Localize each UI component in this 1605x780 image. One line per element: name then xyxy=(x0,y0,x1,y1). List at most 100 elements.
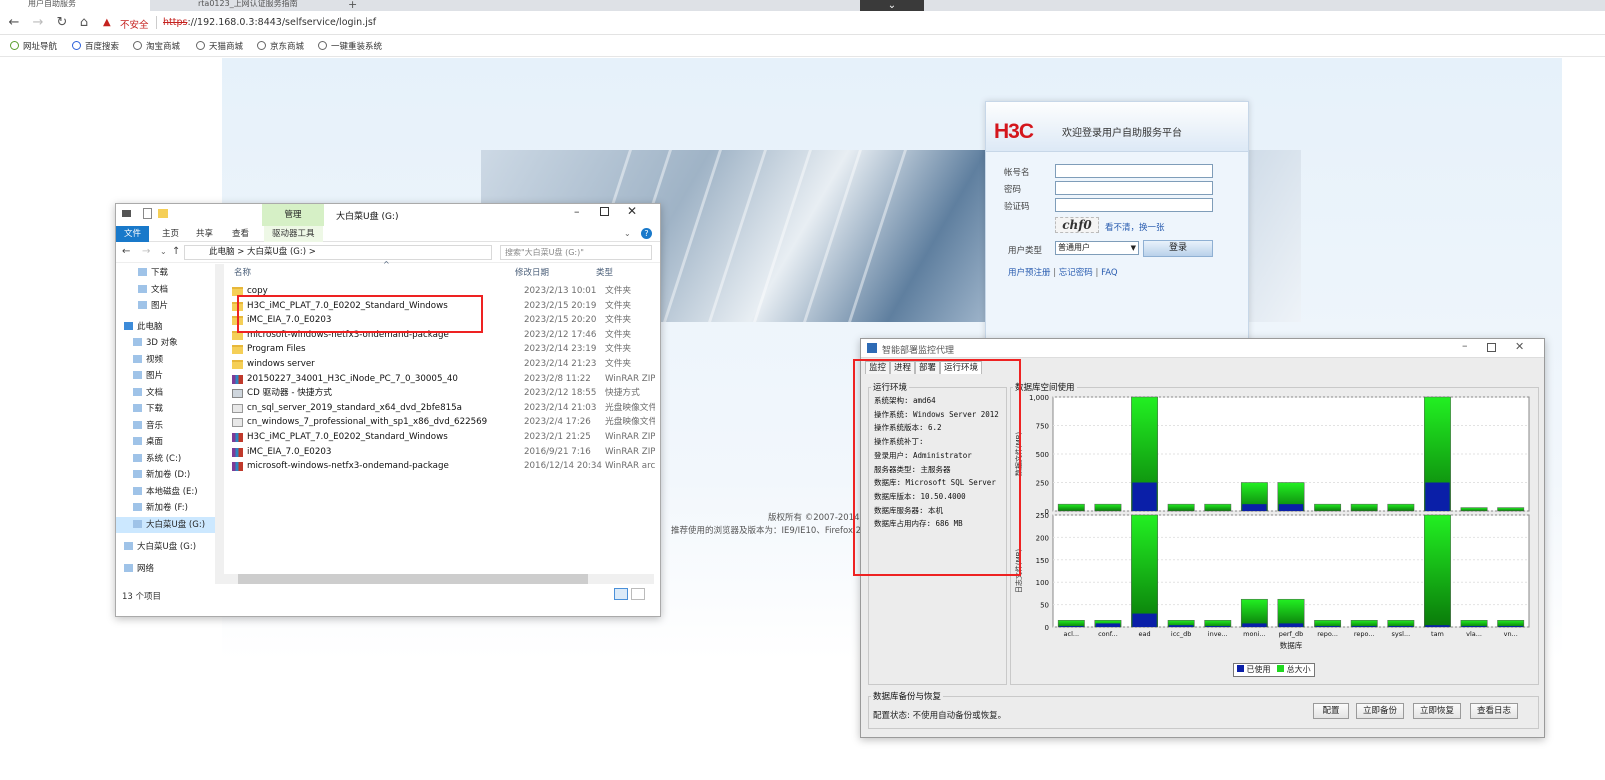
bookmark-item[interactable]: 天猫商城 xyxy=(196,40,243,52)
tiles-view-icon[interactable] xyxy=(631,588,645,600)
bookmark-item[interactable]: 一键重装系统 xyxy=(318,40,382,52)
chevron-down-icon[interactable]: ⌄ xyxy=(624,229,631,238)
y-tick-label: 50 xyxy=(1040,602,1049,610)
minimize-icon[interactable]: – xyxy=(1462,339,1468,352)
file-date: 2023/2/14 21:03 xyxy=(524,402,597,413)
sidebar-item[interactable]: 图片 xyxy=(116,298,216,314)
sidebar-item[interactable]: 下载 xyxy=(116,265,216,281)
log-file-chart: 250200150100500日志文件(MB)acl... conf... ead i… xyxy=(1014,513,1530,650)
security-label[interactable]: 不安全 xyxy=(120,17,149,31)
browser-tab-guide[interactable]: rta0123_上网认证服务指南 xyxy=(170,0,320,11)
sidebar-item[interactable]: 本地磁盘 (E:) xyxy=(116,484,216,500)
total-bar xyxy=(1167,503,1195,512)
ribbon-tab-drive-tools[interactable]: 驱动器工具 xyxy=(264,226,323,242)
sidebar-item[interactable]: 大白菜U盘 (G:) xyxy=(116,516,216,533)
restore-now-button[interactable]: 立即恢复 xyxy=(1413,703,1461,719)
file-row[interactable]: CD 驱动器 - 快捷方式 2023/2/12 18:55 快捷方式 xyxy=(224,386,654,401)
sidebar-item[interactable]: 新加卷 (D:) xyxy=(116,467,216,483)
minimize-icon[interactable]: – xyxy=(574,205,580,218)
up-icon[interactable]: ↑ xyxy=(172,246,180,257)
file-row[interactable]: H3C_iMC_PLAT_7.0_E0202_Standard_Windows 2… xyxy=(224,430,655,445)
breadcrumb-item[interactable]: 大白菜U盘 (G:) xyxy=(247,247,306,257)
sidebar-item[interactable]: 大白菜U盘 (G:) xyxy=(116,539,216,555)
maximize-icon[interactable] xyxy=(600,207,609,216)
maximize-icon[interactable] xyxy=(1487,343,1496,352)
breadcrumb-item[interactable]: 此电脑 xyxy=(209,247,235,257)
file-row[interactable]: iMC_EIA_7.0_E0203 2016/9/21 7:16 WinRAR ZI… xyxy=(224,445,655,460)
manage-tab[interactable]: 管理 xyxy=(262,204,324,226)
user-type-select[interactable]: 普通用户 ▼ xyxy=(1055,241,1139,255)
file-row[interactable]: cn_sql_server_2019_standard_x64_dvd_2bfe… xyxy=(224,401,655,416)
captcha-refresh-link[interactable]: 看不清，换一张 xyxy=(1105,221,1165,233)
properties-icon[interactable] xyxy=(143,208,152,219)
reload-icon[interactable]: ↻ xyxy=(54,15,70,31)
back-icon[interactable]: ← xyxy=(6,15,22,31)
sidebar-item[interactable]: 图片 xyxy=(116,368,216,384)
ribbon-tab-share[interactable]: 共享 xyxy=(188,226,221,242)
close-icon[interactable]: ✕ xyxy=(1515,340,1524,353)
bookmark-item[interactable]: 京东商城 xyxy=(257,40,304,52)
file-type: 文件夹 xyxy=(605,359,632,369)
file-row[interactable]: windows server 2023/2/14 21:23 文件夹 xyxy=(224,357,654,372)
column-header-name[interactable]: 名称 xyxy=(234,266,251,278)
total-bar xyxy=(1460,507,1488,512)
help-icon[interactable]: ? xyxy=(641,228,652,239)
sidebar-item[interactable]: 文档 xyxy=(116,282,216,298)
horizontal-scrollbar[interactable] xyxy=(224,574,654,584)
column-header-date[interactable]: 修改日期 xyxy=(515,266,549,278)
folder-icon xyxy=(133,470,142,478)
bookmark-item[interactable]: 网址导航 xyxy=(10,40,57,52)
backup-now-button[interactable]: 立即备份 xyxy=(1356,703,1404,719)
browser-tab-selfservice[interactable]: 用户自助服务 xyxy=(0,0,150,11)
forward-icon[interactable]: → xyxy=(30,15,46,31)
new-tab-button[interactable]: + xyxy=(348,0,357,11)
total-bar xyxy=(1057,620,1085,628)
captcha-image: chf0 xyxy=(1055,217,1099,233)
home-icon[interactable]: ⌂ xyxy=(76,15,92,31)
chevron-down-icon[interactable]: ⌄ xyxy=(160,247,167,256)
forward-icon[interactable]: → xyxy=(142,246,150,257)
sidebar-item[interactable]: 音乐 xyxy=(116,418,216,434)
column-header-type[interactable]: 类型 xyxy=(596,266,613,278)
captcha-input[interactable] xyxy=(1055,198,1213,212)
url-field[interactable]: https://192.168.0.3:8443/selfservice/log… xyxy=(163,17,376,28)
file-row[interactable]: microsoft-windows-netfx3-ondemand-packag… xyxy=(224,459,655,474)
sidebar-item[interactable]: 系统 (C:) xyxy=(116,451,216,467)
sidebar-item[interactable]: 新加卷 (F:) xyxy=(116,500,216,516)
sidebar-item[interactable]: 文档 xyxy=(116,385,216,401)
config-button[interactable]: 配置 xyxy=(1313,703,1349,719)
close-icon[interactable]: ✕ xyxy=(627,204,637,218)
sidebar-item-label: 桌面 xyxy=(146,437,164,447)
forgot-password-link[interactable]: 忘记密码 xyxy=(1059,268,1093,278)
sidebar-item[interactable]: 此电脑 xyxy=(116,319,216,335)
new-folder-icon[interactable] xyxy=(158,209,168,218)
view-log-button[interactable]: 查看日志 xyxy=(1470,703,1518,719)
bookmark-item[interactable]: 淘宝商城 xyxy=(133,40,180,52)
file-type: 光盘映像文件 xyxy=(605,417,655,428)
ribbon-tab-file[interactable]: 文件 xyxy=(116,226,150,242)
details-view-icon[interactable] xyxy=(614,588,628,600)
ribbon-tab-home[interactable]: 主页 xyxy=(154,226,187,242)
sidebar-item[interactable]: 下载 xyxy=(116,401,216,417)
password-input[interactable] xyxy=(1055,181,1213,195)
back-icon[interactable]: ← xyxy=(122,246,130,257)
sidebar-item[interactable]: 桌面 xyxy=(116,434,216,450)
breadcrumb[interactable]: 此电脑 > 大白菜U盘 (G:) > xyxy=(184,245,492,260)
sidebar-item[interactable]: 视频 xyxy=(116,352,216,368)
sidebar-item[interactable]: 网络 xyxy=(116,561,216,577)
sidebar-item[interactable]: 3D 对象 xyxy=(116,335,216,351)
file-row[interactable]: cn_windows_7_professional_with_sp1_x86_d… xyxy=(224,415,655,430)
file-name: H3C_iMC_PLAT_7.0_E0202_Standard_Windows xyxy=(247,432,448,442)
register-link[interactable]: 用户预注册 xyxy=(1008,268,1051,278)
faq-link[interactable]: FAQ xyxy=(1101,268,1117,278)
file-row[interactable]: 20150227_34001_H3C_iNode_PC_7_0_30005_40… xyxy=(224,372,655,387)
login-button[interactable]: 登录 xyxy=(1143,240,1213,257)
ribbon-tab-view[interactable]: 查看 xyxy=(224,226,257,242)
bookmark-item[interactable]: 百度搜索 xyxy=(72,40,119,52)
used-bar xyxy=(1132,482,1157,511)
nav-scrollbar[interactable] xyxy=(215,264,224,584)
account-input[interactable] xyxy=(1055,164,1213,178)
search-input[interactable]: 搜索"大白菜U盘 (G:)" xyxy=(500,245,652,260)
file-row[interactable]: Program Files 2023/2/14 23:19 文件夹 xyxy=(224,342,654,357)
total-bar xyxy=(1387,620,1415,628)
